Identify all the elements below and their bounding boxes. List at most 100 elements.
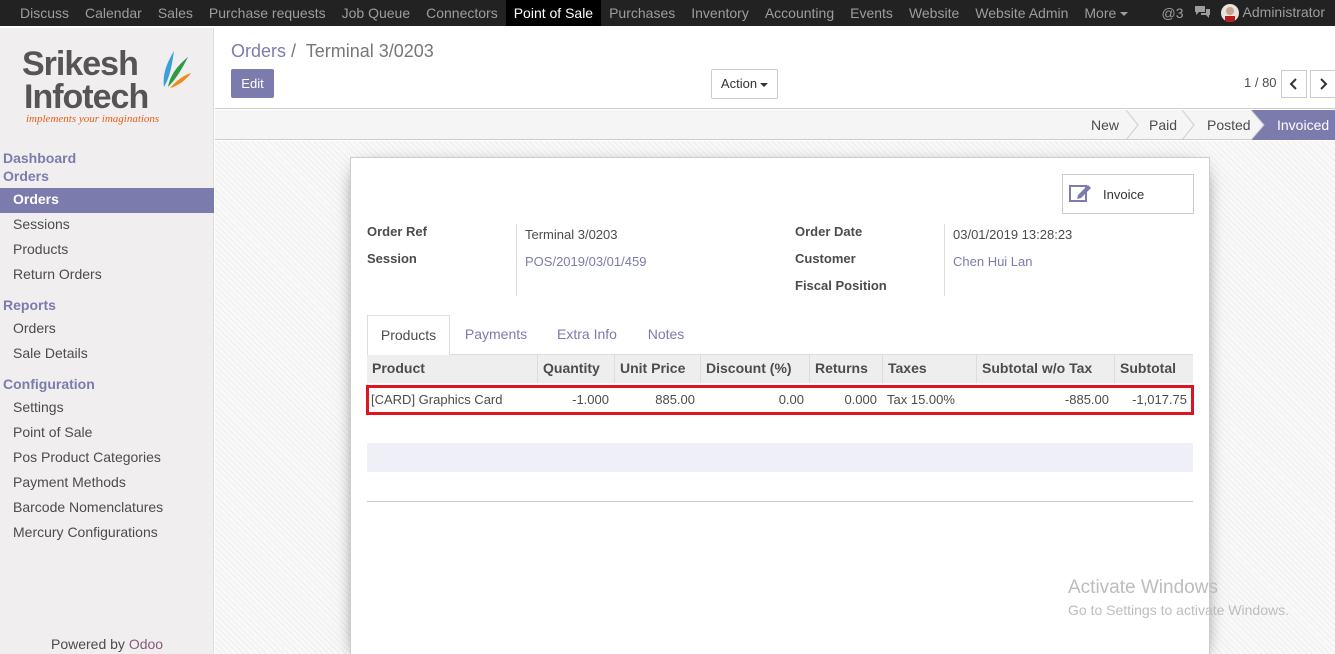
menu-point-of-sale[interactable]: Point of Sale [505, 0, 602, 26]
chat-icon[interactable] [1194, 5, 1211, 22]
stage-current-arrow [1251, 110, 1265, 140]
menu-website[interactable]: Website [901, 0, 967, 26]
breadcrumb-orders-link[interactable]: Orders [231, 41, 286, 61]
user-menu[interactable]: Administrator [1220, 3, 1325, 23]
watermark-title: Activate Windows [1068, 577, 1218, 598]
order-ref-label: Order Ref [367, 224, 427, 239]
column-product[interactable]: Product [367, 355, 538, 383]
sidebar-section-orders: Orders Orders Sessions Products Return O… [0, 167, 214, 288]
tab-payments[interactable]: Payments [458, 315, 534, 355]
app-menu: Discuss Calendar Sales Purchase requests… [0, 0, 1136, 26]
column-subtotal-wo-tax[interactable]: Subtotal w/o Tax [977, 355, 1115, 383]
pager-next-button[interactable] [1310, 70, 1335, 98]
invoice-smart-button[interactable]: Invoice [1062, 174, 1194, 214]
invoice-button-label: Invoice [1103, 186, 1145, 202]
column-taxes[interactable]: Taxes [883, 355, 977, 383]
edit-button[interactable]: Edit [231, 69, 274, 98]
chevron-right-icon [1320, 78, 1328, 90]
session-label: Session [367, 251, 417, 266]
menu-purchase-requests[interactable]: Purchase requests [201, 0, 334, 26]
order-date-label: Order Date [795, 224, 863, 239]
sidebar-item-point-of-sale[interactable]: Point of Sale [0, 421, 214, 446]
sidebar-heading-configuration: Configuration [3, 376, 95, 392]
tab-notes[interactable]: Notes [639, 315, 693, 355]
action-label: Action [720, 76, 758, 91]
order-date-value: 03/01/2019 13:28:23 [953, 227, 1073, 242]
column-unit-price[interactable]: Unit Price [615, 355, 701, 383]
sidebar-item-mercury-configurations[interactable]: Mercury Configurations [0, 521, 214, 546]
pager-previous-button[interactable] [1281, 70, 1307, 98]
table-footer-divider [367, 501, 1193, 502]
menu-connectors[interactable]: Connectors [418, 0, 506, 26]
sidebar-item-barcode-nomenclatures[interactable]: Barcode Nomenclatures [0, 496, 214, 521]
status-bar: New Paid Posted Invoiced [215, 110, 1335, 140]
sidebar-heading-dashboard[interactable]: Dashboard [0, 149, 214, 167]
powered-by: Powered by Odoo [51, 636, 163, 652]
order-ref-value: Terminal 3/0203 [525, 227, 618, 242]
menu-purchases[interactable]: Purchases [601, 0, 683, 26]
menu-job-queue[interactable]: Job Queue [334, 0, 419, 26]
stage-paid[interactable]: Paid [1149, 110, 1177, 140]
stage-posted[interactable]: Posted [1207, 110, 1251, 140]
breadcrumb: Orders / Terminal 3/0203 [231, 41, 434, 62]
sidebar-section-configuration: Configuration Settings Point of Sale Pos… [0, 375, 214, 546]
stage-new[interactable]: New [1091, 110, 1119, 140]
menu-events[interactable]: Events [842, 0, 901, 26]
user-name: Administrator [1242, 3, 1325, 20]
stage-separator [1125, 110, 1139, 140]
odoo-link[interactable]: Odoo [129, 636, 163, 652]
caret-down-icon [1120, 12, 1129, 17]
sidebar-item-payment-methods[interactable]: Payment Methods [0, 471, 214, 496]
breadcrumb-separator: / [291, 41, 297, 61]
systray: @3 Administrator [1162, 0, 1335, 26]
sidebar-item-pos-product-categories[interactable]: Pos Product Categories [0, 446, 214, 471]
table-empty-row [367, 443, 1193, 472]
sidebar-item-report-orders[interactable]: Orders [0, 317, 214, 342]
menu-discuss[interactable]: Discuss [12, 0, 77, 26]
mentions-counter[interactable]: @3 [1162, 5, 1184, 21]
customer-link[interactable]: Chen Hui Lan [953, 254, 1033, 269]
powered-by-text: Powered by [51, 636, 125, 652]
fiscal-position-label: Fiscal Position [795, 278, 887, 293]
notebook-tabs: Products Payments Extra Info Notes [367, 315, 1193, 356]
logo-line-2: Infotech [24, 78, 149, 116]
edit-pencil-icon [1069, 183, 1093, 206]
tab-products[interactable]: Products [367, 315, 450, 356]
leaf-icon [163, 51, 191, 88]
sidebar-item-settings[interactable]: Settings [0, 396, 214, 421]
session-link[interactable]: POS/2019/03/01/459 [525, 254, 646, 269]
field-divider [944, 224, 945, 296]
pager-value[interactable]: 1 / 80 [1244, 75, 1277, 90]
sidebar-item-products[interactable]: Products [0, 238, 214, 263]
table-header: Product Quantity Unit Price Discount (%)… [367, 355, 1193, 383]
stage-separator [1181, 110, 1195, 140]
menu-inventory[interactable]: Inventory [683, 0, 757, 26]
company-logo[interactable]: Srikesh Infotech implements your imagina… [22, 45, 197, 140]
caret-down-icon [760, 82, 769, 87]
windows-activation-watermark: Activate Windows Go to Settings to activ… [1068, 577, 1289, 618]
avatar [1220, 4, 1239, 23]
sidebar-item-return-orders[interactable]: Return Orders [0, 263, 214, 288]
sidebar-item-sessions[interactable]: Sessions [0, 213, 214, 238]
column-subtotal[interactable]: Subtotal [1115, 355, 1193, 383]
menu-more-label: More [1084, 5, 1117, 21]
sidebar-item-orders[interactable]: Orders [0, 188, 214, 213]
customer-label: Customer [795, 251, 856, 266]
column-quantity[interactable]: Quantity [538, 355, 615, 383]
menu-calendar[interactable]: Calendar [77, 0, 150, 26]
menu-accounting[interactable]: Accounting [757, 0, 842, 26]
column-discount[interactable]: Discount (%) [701, 355, 810, 383]
logo-tagline: implements your imaginations [26, 113, 160, 125]
menu-sales[interactable]: Sales [150, 0, 201, 26]
sidebar-section-reports: Reports Orders Sale Details [0, 296, 214, 367]
sidebar-item-sale-details[interactable]: Sale Details [0, 342, 214, 367]
sidebar-heading-orders[interactable]: Orders [0, 167, 214, 185]
chevron-left-icon [1289, 78, 1297, 90]
menu-more[interactable]: More [1076, 0, 1136, 26]
watermark-subtitle: Go to Settings to activate Windows. [1068, 602, 1289, 618]
tab-extra-info[interactable]: Extra Info [550, 315, 624, 355]
menu-website-admin[interactable]: Website Admin [967, 0, 1076, 26]
action-dropdown-button[interactable]: Action [711, 69, 778, 99]
column-returns[interactable]: Returns [810, 355, 883, 383]
top-navbar: Discuss Calendar Sales Purchase requests… [0, 0, 1335, 26]
